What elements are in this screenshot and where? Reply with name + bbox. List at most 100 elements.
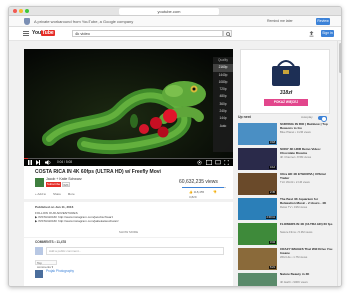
progress-bar[interactable]	[24, 158, 233, 159]
quality-option[interactable]: 1440p	[213, 72, 233, 79]
youtube-header: YouTube 4k video Sign in	[9, 27, 341, 41]
related-video-thumbnail[interactable]: 3:34	[238, 223, 277, 245]
more-button[interactable]: More	[68, 192, 75, 196]
quality-option[interactable]: 144p	[213, 115, 233, 122]
related-video-thumbnail[interactable]: 2:00:11	[238, 198, 277, 220]
pause-icon[interactable]	[28, 160, 32, 165]
related-video-item[interactable]: 3:34 FLOWERS IN 4K (ULTRA HD) 60 fps Natur…	[238, 222, 333, 247]
related-video-item[interactable]: 2:00:11 The Best 4K Aquarium for Relaxati…	[238, 197, 333, 222]
like-button[interactable]: 👍 118,455	[189, 190, 208, 194]
minimize-window-button[interactable]	[19, 9, 23, 13]
video-title: COSTA RICA IN 4K 60fps (ULTRA HD) w/ Fre…	[35, 169, 161, 175]
settings-gear-icon[interactable]	[197, 160, 202, 165]
progress-fill	[24, 158, 29, 159]
related-video-item[interactable]: 3:18 SURFING IN RIO | Rainbow | Top Reaso…	[238, 122, 333, 147]
related-video-thumbnail[interactable]: 3:18	[238, 123, 277, 145]
video-duration: 3:34	[268, 240, 276, 244]
comment-author[interactable]: Projak Photography	[46, 269, 74, 274]
comment-sort-dropdown[interactable]: Top comments ▾	[35, 260, 57, 269]
related-video-meta: 4K Channel • 8.5M views	[280, 155, 312, 159]
remind-later-link[interactable]: Remind me later	[267, 18, 293, 25]
scrollbar-thumb[interactable]	[339, 43, 341, 73]
sign-in-button[interactable]: Sign in	[321, 30, 334, 37]
notification-text: A private workaround from YouTube, a Goo…	[34, 19, 134, 24]
related-video-item[interactable]: 5:02Nature Beauty in 4K 4K Earth • 900K v…	[238, 272, 333, 286]
quality-option[interactable]: 1080p	[213, 79, 233, 86]
quality-option[interactable]: 720p	[213, 86, 233, 93]
notification-bar: A private workaround from YouTube, a Goo…	[9, 16, 341, 27]
subscriber-count: 62K	[62, 182, 70, 187]
like-dislike: 👍 118,455 👎 3,829	[189, 190, 233, 200]
player-controls: 0:04 / 5:08	[24, 158, 233, 166]
quality-option[interactable]: 480p	[213, 93, 233, 100]
quality-option[interactable]: 2160p	[213, 64, 233, 72]
time-display: 0:04 / 5:08	[57, 160, 73, 164]
ad-more-button[interactable]: POKAŻ WIĘCEJ	[264, 99, 308, 106]
cast-icon[interactable]	[215, 160, 221, 165]
video-duration: 2:45	[268, 190, 276, 194]
related-video-thumbnail[interactable]: 6:21	[238, 248, 277, 270]
video-info: COSTA RICA IN 4K 60fps (ULTRA HD) w/ Fre…	[24, 166, 233, 199]
comment-input[interactable]: Add a public comment...	[46, 247, 224, 255]
user-avatar	[35, 247, 43, 255]
quality-menu-title: Quality	[218, 58, 228, 62]
related-video-item[interactable]: 4:12 SONY 4K HDR Demo Video: Chocolate Dr…	[238, 147, 333, 172]
published-date: Published on Jan 11, 2016	[35, 205, 74, 209]
shield-icon	[24, 18, 30, 25]
description-line[interactable]: ▶ INSTAGRAM: http://www.instagram.com/ja…	[35, 219, 119, 223]
related-video-item[interactable]: 6:21 CRAZY IMAGES That Will Drive You Ins…	[238, 247, 333, 272]
ad-price: 318zł	[279, 90, 293, 96]
like-ratio-bar	[182, 187, 226, 188]
quality-menu: Quality 2160p 1440p 1080p 720p 480p 360p 240p 14…	[213, 57, 233, 152]
autoplay-toggle[interactable]	[318, 116, 327, 122]
close-window-button[interactable]	[13, 9, 17, 13]
share-button[interactable]: Share	[53, 192, 61, 196]
like-ratio-fill	[182, 187, 225, 188]
autoplay-label: Autoplay	[301, 115, 313, 119]
up-next-label: Up next	[238, 115, 251, 119]
upload-icon[interactable]	[309, 31, 314, 37]
theater-mode-icon[interactable]	[206, 160, 212, 165]
address-bar[interactable]: youtube.com	[119, 8, 219, 15]
video-frame-snake	[24, 49, 233, 166]
channel-avatar[interactable]	[35, 178, 44, 187]
dislike-count: 3,829	[189, 195, 197, 199]
logo-tube-text: Tube	[41, 30, 55, 36]
next-icon[interactable]	[36, 160, 40, 165]
related-video-title[interactable]: Nature Beauty in 4K	[280, 272, 333, 277]
quality-option[interactable]: Auto	[213, 123, 233, 130]
related-video-item[interactable]: 2:45 Ultra HD 4K ETHIOPIA | Official Trai…	[238, 172, 333, 197]
search-query: 4k video	[75, 31, 90, 36]
handbag-ad-image	[272, 60, 300, 86]
review-button[interactable]: Review	[316, 18, 330, 25]
related-video-thumbnail[interactable]: 2:45	[238, 173, 277, 195]
page-content: Quality 2160p 1440p 1080p 720p 480p 360p 240p 14…	[9, 41, 341, 286]
page-scrollbar[interactable]	[337, 41, 341, 286]
video-player[interactable]: Quality 2160p 1440p 1080p 720p 480p 360p 240p 14…	[24, 49, 233, 166]
commenter-avatar[interactable]	[35, 270, 43, 278]
search-input[interactable]: 4k video	[72, 30, 223, 37]
video-description: Published on Jan 11, 2016 FOLLOW OUR ADV…	[24, 202, 233, 237]
related-video-thumbnail[interactable]: 5:02	[238, 273, 277, 286]
sidebar-ad[interactable]: 318zł POKAŻ WIĘCEJ	[240, 49, 330, 114]
maximize-window-button[interactable]	[25, 9, 29, 13]
view-count: 60,632,235 views	[179, 179, 218, 185]
search-button[interactable]	[223, 30, 232, 37]
video-duration: 3:18	[268, 140, 276, 144]
volume-icon[interactable]	[45, 160, 51, 165]
quality-option[interactable]: 240p	[213, 108, 233, 115]
fullscreen-icon[interactable]	[224, 160, 229, 165]
video-actions: + Add to Share More	[35, 192, 81, 197]
subscribe-button[interactable]: Subscribe	[46, 182, 61, 187]
quality-option[interactable]: 360p	[213, 101, 233, 108]
youtube-logo[interactable]: YouTube	[32, 30, 55, 37]
add-to-button[interactable]: + Add to	[35, 192, 46, 196]
related-video-title[interactable]: FLOWERS IN 4K (ULTRA HD) 60 fps	[280, 222, 333, 227]
comments-section: COMMENTS • 11,478 Add a public comment..…	[24, 238, 233, 286]
show-more-button[interactable]: SHOW MORE	[24, 230, 233, 235]
logo-you-text: You	[32, 30, 42, 36]
related-video-thumbnail[interactable]: 4:12	[238, 148, 277, 170]
related-video-meta: Wild Life • 1.7M views	[280, 255, 308, 259]
hamburger-menu-icon[interactable]	[23, 31, 29, 36]
video-duration: 4:12	[268, 165, 276, 169]
